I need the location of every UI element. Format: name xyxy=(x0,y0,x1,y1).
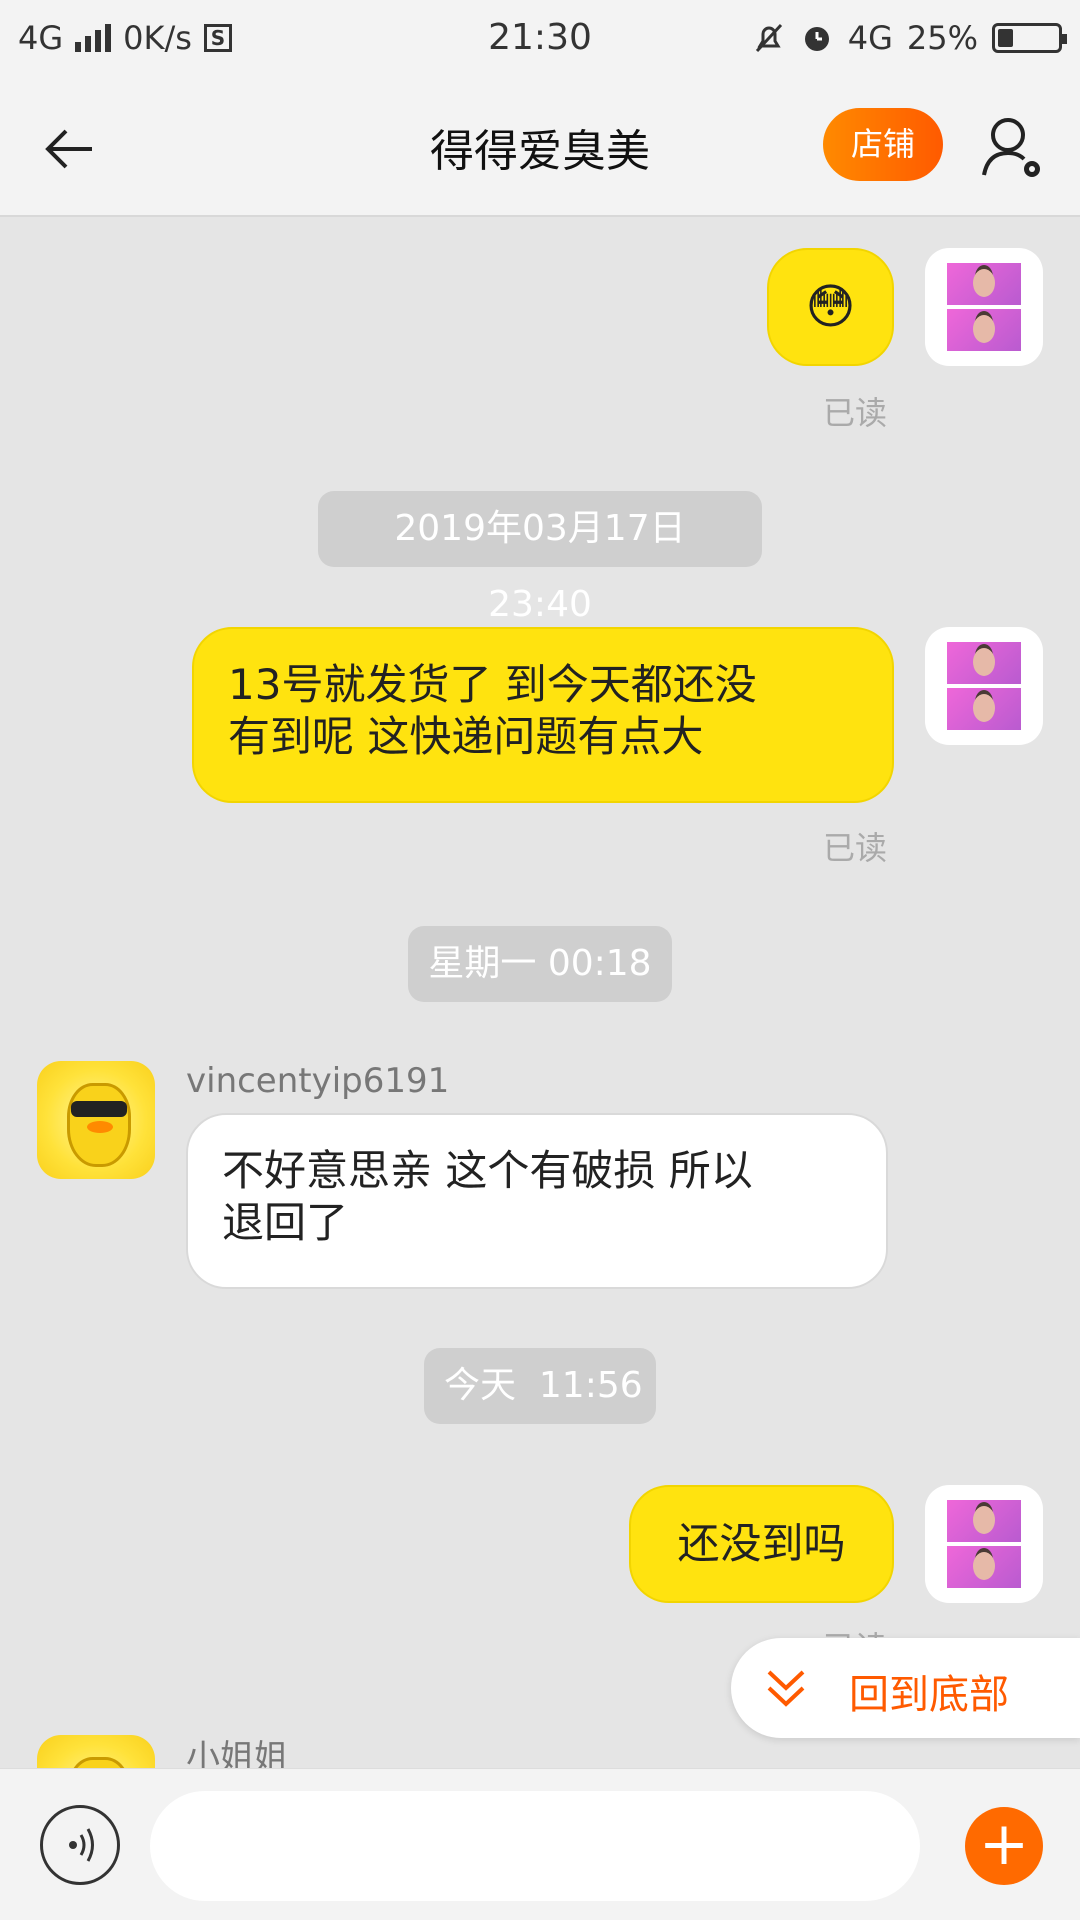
voice-icon xyxy=(69,1828,94,1862)
add-attachment-button[interactable]: + xyxy=(965,1807,1043,1885)
network-type: 4G xyxy=(18,18,64,57)
my-avatar[interactable] xyxy=(925,627,1043,745)
sd-card-icon: S xyxy=(203,23,232,52)
timestamp: 今天 11:56 xyxy=(424,1348,656,1424)
message-text-line: 有到呢 这快递问题有点大 xyxy=(228,712,704,761)
sender-name: 小姐姐 xyxy=(186,1738,288,1768)
double-chevron-down-icon xyxy=(767,1670,805,1707)
message-text-line: 不好意思亲 这个有破损 所以 xyxy=(222,1146,753,1195)
message-bubble[interactable]: 不好意思亲 这个有破损 所以 退回了 xyxy=(186,1113,888,1289)
back-to-bottom-button[interactable]: 回到底部 xyxy=(731,1638,1080,1738)
chat-header: 得得爱臭美 店铺 xyxy=(0,75,1080,217)
message-bubble[interactable]: 13号就发货了 到今天都还没 有到呢 这快递问题有点大 xyxy=(192,627,894,803)
battery-icon xyxy=(992,22,1067,53)
signal-icon xyxy=(75,23,112,52)
my-avatar[interactable] xyxy=(925,1485,1043,1603)
message-list[interactable]: 😳 已读 2019年03月17日 23:40 13号就发货了 到今天都还没 有到… xyxy=(0,218,1080,1768)
mute-bell-icon xyxy=(755,23,782,52)
timestamp: 星期一 00:18 xyxy=(408,926,672,1002)
network-type-right: 4G xyxy=(847,18,893,57)
message-input[interactable] xyxy=(150,1791,920,1901)
seller-avatar[interactable] xyxy=(37,1061,155,1179)
clock: 21:30 xyxy=(488,17,592,58)
read-status: 已读 xyxy=(823,829,888,867)
message-text: 还没到吗 xyxy=(677,1519,846,1568)
message-text-line: 退回了 xyxy=(222,1198,349,1247)
message-bubble-emoji[interactable]: 😳 xyxy=(767,248,894,366)
my-avatar[interactable] xyxy=(925,248,1043,366)
alarm-icon xyxy=(804,26,829,51)
status-bar: 4G 0K/s S 21:30 4G 25% xyxy=(0,0,1080,75)
read-status: 已读 xyxy=(823,394,888,432)
battery-percent: 25% xyxy=(906,18,978,57)
sender-name: vincentyip6191 xyxy=(186,1061,450,1101)
shop-button[interactable]: 店铺 xyxy=(823,108,943,181)
network-speed: 0K/s xyxy=(123,18,192,57)
seller-avatar[interactable] xyxy=(37,1735,155,1768)
user-settings-icon[interactable] xyxy=(978,113,1048,183)
flushed-emoji-icon: 😳 xyxy=(805,279,856,335)
message-bubble[interactable]: 还没到吗 xyxy=(629,1485,894,1603)
input-bar: + xyxy=(0,1768,1080,1920)
timestamp: 2019年03月17日 23:40 xyxy=(318,491,762,625)
voice-input-button[interactable] xyxy=(40,1805,120,1885)
message-text-line: 13号就发货了 到今天都还没 xyxy=(228,660,757,709)
back-to-bottom-label: 回到底部 xyxy=(849,1672,1009,1718)
